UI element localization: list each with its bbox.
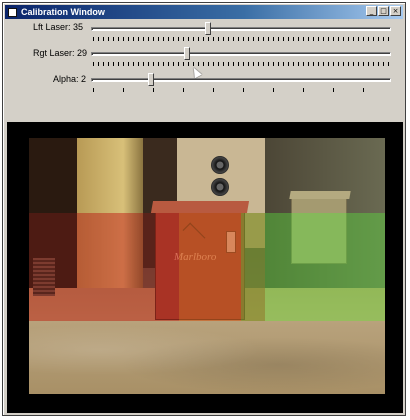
window-controls: _ □ × — [366, 6, 401, 16]
app-icon — [8, 7, 17, 17]
right-laser-label: Rgt Laser: 29 — [33, 48, 88, 58]
left-laser-tick-marks — [93, 37, 391, 41]
alpha-slider-track[interactable] — [91, 78, 391, 82]
title-bar[interactable]: Calibration Window _ □ × — [5, 5, 403, 19]
laser-overlay-blend — [179, 213, 241, 321]
speaker-icon — [211, 178, 229, 196]
alpha-tick-marks — [93, 88, 391, 92]
alpha-label: Alpha: 2 — [53, 74, 87, 84]
window-title: Calibration Window — [21, 7, 105, 17]
mouse-cursor-icon — [190, 65, 202, 79]
laser-overlay-right — [241, 213, 385, 321]
close-button[interactable]: × — [390, 6, 401, 16]
left-laser-slider-track[interactable] — [91, 27, 391, 31]
alpha-slider-thumb[interactable] — [148, 73, 154, 86]
camera-view: Marlboro — [7, 122, 403, 413]
camera-image: Marlboro — [29, 138, 385, 394]
left-laser-slider-thumb[interactable] — [205, 22, 211, 35]
right-laser-slider-track[interactable] — [91, 52, 391, 56]
right-laser-tick-marks — [93, 62, 391, 66]
minimize-button[interactable]: _ — [366, 6, 377, 16]
scene-marble-floor — [29, 321, 385, 394]
left-laser-label: Lft Laser: 35 — [33, 22, 84, 32]
calibration-window: Calibration Window _ □ × Lft Laser: 35 R… — [2, 2, 406, 416]
speaker-icon — [211, 156, 229, 174]
right-laser-slider-thumb[interactable] — [184, 47, 190, 60]
maximize-button[interactable]: □ — [378, 6, 389, 16]
controls-panel: Lft Laser: 35 Rgt Laser: 29 Alpha: 2 — [3, 19, 405, 123]
